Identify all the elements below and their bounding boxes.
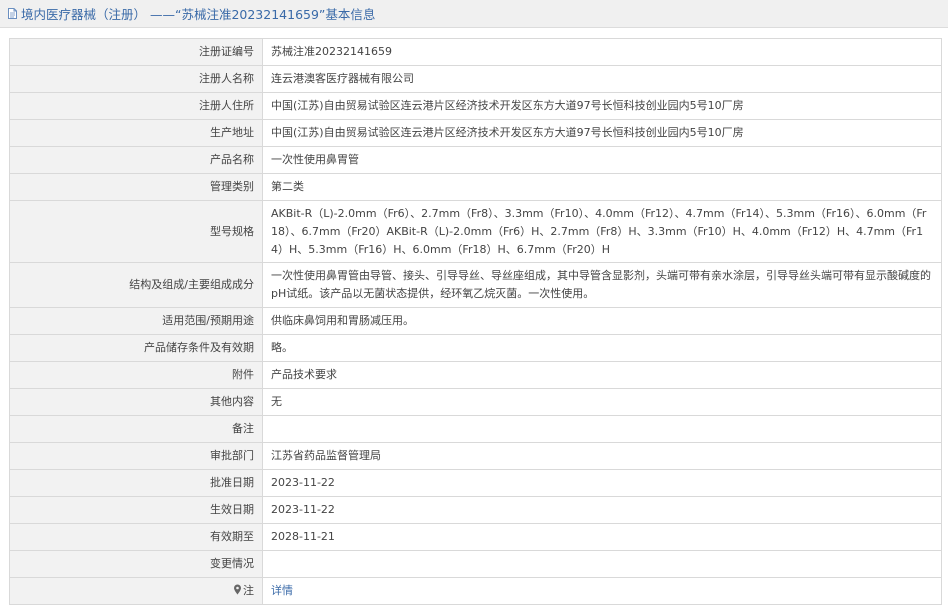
field-value: 略。 [262,334,942,362]
note-value: 详情 [262,577,942,605]
field-value: 中国(江苏)自由贸易试验区连云港片区经济技术开发区东方大道97号长恒科技创业园内… [262,119,942,147]
field-label: 批准日期 [9,469,263,497]
note-label-cell: 注 [9,577,263,605]
table-row: 产品名称 一次性使用鼻胃管 [9,146,942,174]
field-value: 2023-11-22 [262,469,942,497]
table-row: 批准日期 2023-11-22 [9,469,942,497]
field-label: 备注 [9,415,263,443]
field-label: 注册人名称 [9,65,263,93]
info-table: 注册证编号 苏械注准20232141659 注册人名称 连云港澳客医疗器械有限公司 注册… [9,38,942,605]
table-row: 注册证编号 苏械注准20232141659 [9,38,942,66]
field-value: 第二类 [262,173,942,201]
field-value: 一次性使用鼻胃管 [262,146,942,174]
field-label: 适用范围/预期用途 [9,307,263,335]
table-row: 生产地址 中国(江苏)自由贸易试验区连云港片区经济技术开发区东方大道97号长恒科技… [9,119,942,147]
field-value: 供临床鼻饲用和胃肠减压用。 [262,307,942,335]
page-title: 境内医疗器械（注册） ——“苏械注准20232141659”基本信息 [21,7,376,22]
details-link[interactable]: 详情 [271,584,293,597]
table-row: 变更情况 [9,550,942,578]
pin-icon [233,583,242,601]
field-value: 2023-11-22 [262,496,942,524]
table-row: 其他内容无 [9,388,942,416]
table-row: 生效日期 2023-11-22 [9,496,942,524]
table-row: 型号规格 AKBit-R（L)-2.0mm（Fr6）、2.7mm（Fr8）、3.3… [9,200,942,263]
table-row: 产品储存条件及有效期 略。 [9,334,942,362]
field-value: 连云港澳客医疗器械有限公司 [262,65,942,93]
field-label: 有效期至 [9,523,263,551]
field-label: 生效日期 [9,496,263,524]
field-value: 产品技术要求 [262,361,942,389]
field-value: 中国(江苏)自由贸易试验区连云港片区经济技术开发区东方大道97号长恒科技创业园内… [262,92,942,120]
document-icon [6,7,19,20]
table-row: 注册人住所 中国(江苏)自由贸易试验区连云港片区经济技术开发区东方大道97号长恒科… [9,92,942,120]
table-row: 附件 产品技术要求 [9,361,942,389]
field-label: 注册人住所 [9,92,263,120]
field-label: 产品名称 [9,146,263,174]
field-label: 产品储存条件及有效期 [9,334,263,362]
field-value: 一次性使用鼻胃管由导管、接头、引导导丝、导丝座组成，其中导管含显影剂，头端可带有… [262,262,942,308]
table-row: 备注 [9,415,942,443]
field-label: 生产地址 [9,119,263,147]
table-row: 有效期至 2028-11-21 [9,523,942,551]
field-value: AKBit-R（L)-2.0mm（Fr6）、2.7mm（Fr8）、3.3mm（F… [262,200,942,263]
table-row: 适用范围/预期用途 供临床鼻饲用和胃肠减压用。 [9,307,942,335]
field-label: 附件 [9,361,263,389]
field-value [262,415,942,443]
table-row: 管理类别 第二类 [9,173,942,201]
note-row: 注 详情 [9,577,942,605]
table-row: 结构及组成/主要组成成分 一次性使用鼻胃管由导管、接头、引导导丝、导丝座组成，其中… [9,262,942,308]
field-value: 江苏省药品监督管理局 [262,442,942,470]
field-value: 无 [262,388,942,416]
page-header: 境内医疗器械（注册） ——“苏械注准20232141659”基本信息 [0,0,948,28]
field-label: 管理类别 [9,173,263,201]
field-label: 其他内容 [9,388,263,416]
field-value: 2028-11-21 [262,523,942,551]
table-row: 注册人名称 连云港澳客医疗器械有限公司 [9,65,942,93]
field-value: 苏械注准20232141659 [262,38,942,66]
field-value [262,550,942,578]
field-label: 结构及组成/主要组成成分 [9,262,263,308]
field-label: 型号规格 [9,200,263,263]
note-label: 注 [243,583,254,597]
field-label: 变更情况 [9,550,263,578]
field-label: 审批部门 [9,442,263,470]
table-row: 审批部门 江苏省药品监督管理局 [9,442,942,470]
field-label: 注册证编号 [9,38,263,66]
